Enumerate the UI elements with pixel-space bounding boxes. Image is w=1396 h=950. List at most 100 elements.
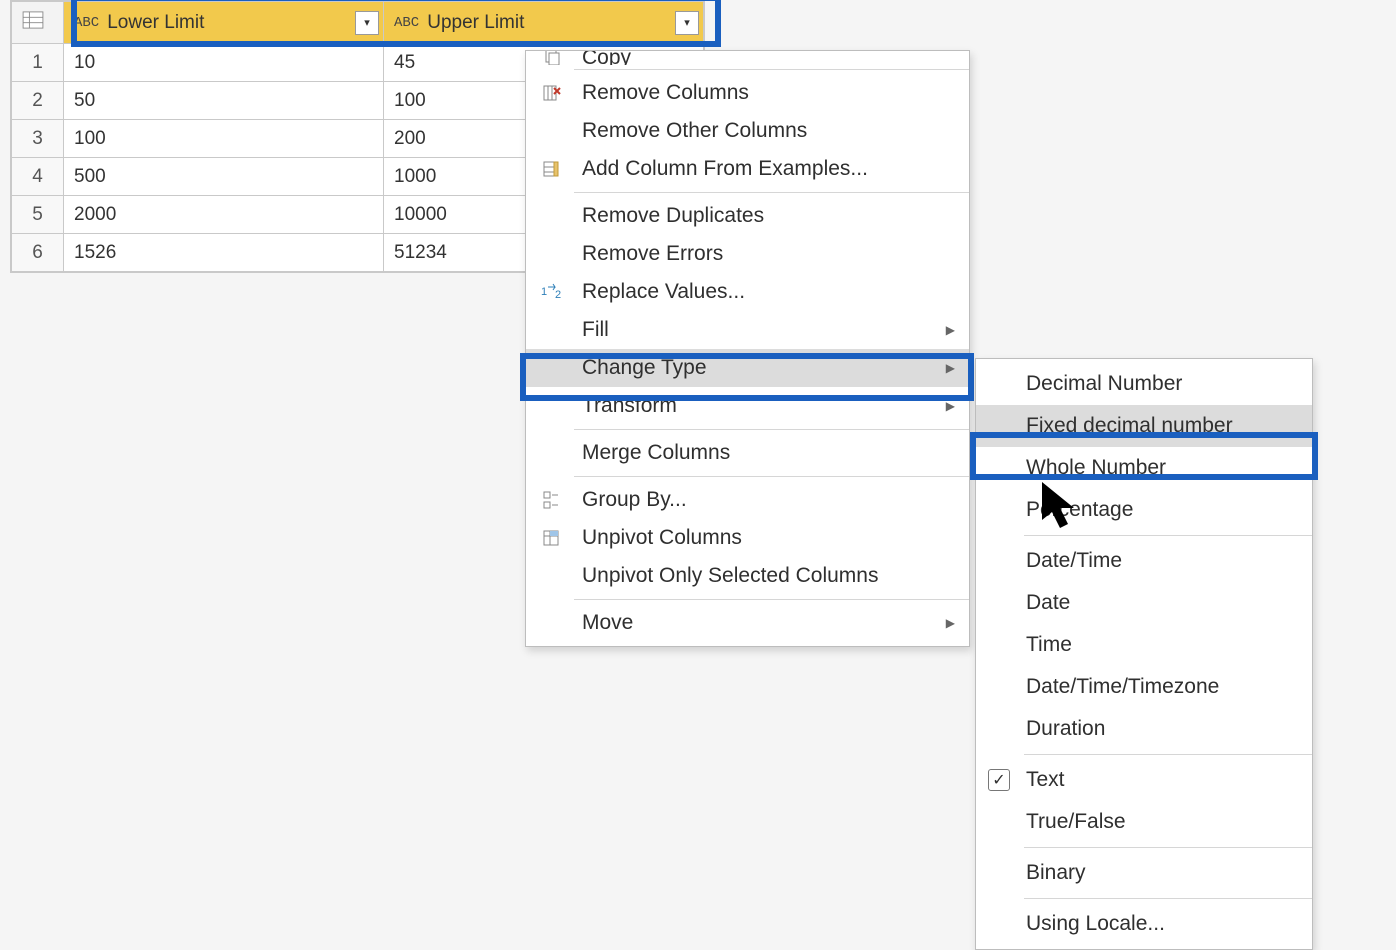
menu-item-move[interactable]: Move ▶ xyxy=(526,604,969,642)
replace-values-icon: 12 xyxy=(540,280,564,304)
menu-separator xyxy=(1024,847,1312,848)
menu-item-label: Fill xyxy=(582,318,609,342)
type-option-percentage[interactable]: Percentage xyxy=(976,489,1312,531)
type-option-decimal[interactable]: Decimal Number xyxy=(976,363,1312,405)
cell-lower[interactable]: 10 xyxy=(64,44,384,82)
menu-item-label: Date xyxy=(1026,591,1070,615)
row-number: 5 xyxy=(12,196,64,234)
type-option-whole-number[interactable]: Whole Number xyxy=(976,447,1312,489)
type-option-time[interactable]: Time xyxy=(976,624,1312,666)
menu-item-label: Change Type xyxy=(582,356,707,380)
datatype-text-icon: ABC xyxy=(74,15,99,31)
svg-text:1: 1 xyxy=(541,286,547,298)
menu-separator xyxy=(1024,898,1312,899)
menu-item-label: Unpivot Only Selected Columns xyxy=(582,564,878,588)
menu-item-change-type[interactable]: Change Type ▶ xyxy=(526,349,969,387)
menu-item-transform[interactable]: Transform ▶ xyxy=(526,387,969,425)
svg-text:2: 2 xyxy=(555,289,561,301)
group-by-icon xyxy=(540,488,564,512)
row-number: 2 xyxy=(12,82,64,120)
menu-item-label: Duration xyxy=(1026,717,1105,741)
type-option-using-locale[interactable]: Using Locale... xyxy=(976,903,1312,945)
menu-item-label: Time xyxy=(1026,633,1072,657)
menu-separator xyxy=(574,429,969,430)
type-option-datetime[interactable]: Date/Time xyxy=(976,540,1312,582)
type-option-date[interactable]: Date xyxy=(976,582,1312,624)
menu-item-label: Remove Errors xyxy=(582,242,723,266)
menu-item-label: Percentage xyxy=(1026,498,1133,522)
row-number: 6 xyxy=(12,234,64,272)
type-option-fixed-decimal[interactable]: Fixed decimal number xyxy=(976,405,1312,447)
cell-lower[interactable]: 2000 xyxy=(64,196,384,234)
menu-item-label: Remove Columns xyxy=(582,81,749,105)
cell-lower[interactable]: 100 xyxy=(64,120,384,158)
select-all-icon xyxy=(22,13,44,34)
menu-item-replace-values[interactable]: 12 Replace Values... xyxy=(526,273,969,311)
column-header-upper-limit[interactable]: ABC Upper Limit ▾ xyxy=(384,2,704,44)
menu-item-label: Whole Number xyxy=(1026,456,1166,480)
type-option-true-false[interactable]: True/False xyxy=(976,801,1312,843)
menu-item-label: Merge Columns xyxy=(582,441,730,465)
datatype-text-icon: ABC xyxy=(394,15,419,31)
menu-item-merge-columns[interactable]: Merge Columns xyxy=(526,434,969,472)
change-type-submenu[interactable]: Decimal Number Fixed decimal number Whol… xyxy=(975,358,1313,950)
menu-item-label: Date/Time/Timezone xyxy=(1026,675,1219,699)
menu-item-label: Decimal Number xyxy=(1026,372,1182,396)
row-number: 3 xyxy=(12,120,64,158)
menu-item-label: Transform xyxy=(582,394,677,418)
menu-item-label: Text xyxy=(1026,768,1065,792)
menu-separator xyxy=(1024,535,1312,536)
table-corner-cell[interactable] xyxy=(12,2,64,44)
menu-item-remove-other-columns[interactable]: Remove Other Columns xyxy=(526,112,969,150)
row-number: 1 xyxy=(12,44,64,82)
menu-item-label: Fixed decimal number xyxy=(1026,414,1233,438)
submenu-arrow-icon: ▶ xyxy=(946,323,955,337)
menu-item-label: Remove Duplicates xyxy=(582,204,764,228)
type-option-duration[interactable]: Duration xyxy=(976,708,1312,750)
menu-item-fill[interactable]: Fill ▶ xyxy=(526,311,969,349)
menu-item-label: Group By... xyxy=(582,488,687,512)
menu-item-label: Unpivot Columns xyxy=(582,526,742,550)
submenu-arrow-icon: ▶ xyxy=(946,399,955,413)
menu-separator xyxy=(574,69,969,70)
type-option-binary[interactable]: Binary xyxy=(976,852,1312,894)
column-header-lower-limit[interactable]: ABC Lower Limit ▾ xyxy=(64,2,384,44)
menu-item-label: True/False xyxy=(1026,810,1126,834)
type-option-datetime-timezone[interactable]: Date/Time/Timezone xyxy=(976,666,1312,708)
submenu-arrow-icon: ▶ xyxy=(946,361,955,375)
menu-item-label: Binary xyxy=(1026,861,1086,885)
menu-item-label: Remove Other Columns xyxy=(582,119,807,143)
menu-item-unpivot-only-selected[interactable]: Unpivot Only Selected Columns xyxy=(526,557,969,595)
menu-item-group-by[interactable]: Group By... xyxy=(526,481,969,519)
cell-lower[interactable]: 1526 xyxy=(64,234,384,272)
unpivot-icon xyxy=(540,526,564,550)
column-header-label: Lower Limit xyxy=(107,12,204,34)
menu-item-copy[interactable]: Copy xyxy=(526,51,969,65)
column-from-examples-icon xyxy=(540,157,564,181)
checkmark-icon: ✓ xyxy=(988,769,1010,791)
column-header-label: Upper Limit xyxy=(427,12,524,34)
menu-separator xyxy=(574,599,969,600)
menu-item-label: Using Locale... xyxy=(1026,912,1165,936)
menu-item-remove-duplicates[interactable]: Remove Duplicates xyxy=(526,197,969,235)
row-number: 4 xyxy=(12,158,64,196)
menu-item-label: Replace Values... xyxy=(582,280,745,304)
copy-icon xyxy=(540,51,564,65)
menu-separator xyxy=(574,476,969,477)
filter-dropdown-button[interactable]: ▾ xyxy=(675,11,699,35)
menu-item-label: Add Column From Examples... xyxy=(582,157,868,181)
menu-item-label: Move xyxy=(582,611,633,635)
menu-item-add-column-from-examples[interactable]: Add Column From Examples... xyxy=(526,150,969,188)
remove-column-icon xyxy=(540,81,564,105)
menu-item-label: Date/Time xyxy=(1026,549,1122,573)
type-option-text[interactable]: ✓ Text xyxy=(976,759,1312,801)
menu-separator xyxy=(1024,754,1312,755)
filter-dropdown-button[interactable]: ▾ xyxy=(355,11,379,35)
cell-lower[interactable]: 500 xyxy=(64,158,384,196)
menu-item-remove-columns[interactable]: Remove Columns xyxy=(526,74,969,112)
menu-item-remove-errors[interactable]: Remove Errors xyxy=(526,235,969,273)
column-context-menu[interactable]: Copy Remove Columns Remove Other Columns… xyxy=(525,50,970,647)
menu-item-unpivot-columns[interactable]: Unpivot Columns xyxy=(526,519,969,557)
cell-lower[interactable]: 50 xyxy=(64,82,384,120)
menu-separator xyxy=(574,192,969,193)
